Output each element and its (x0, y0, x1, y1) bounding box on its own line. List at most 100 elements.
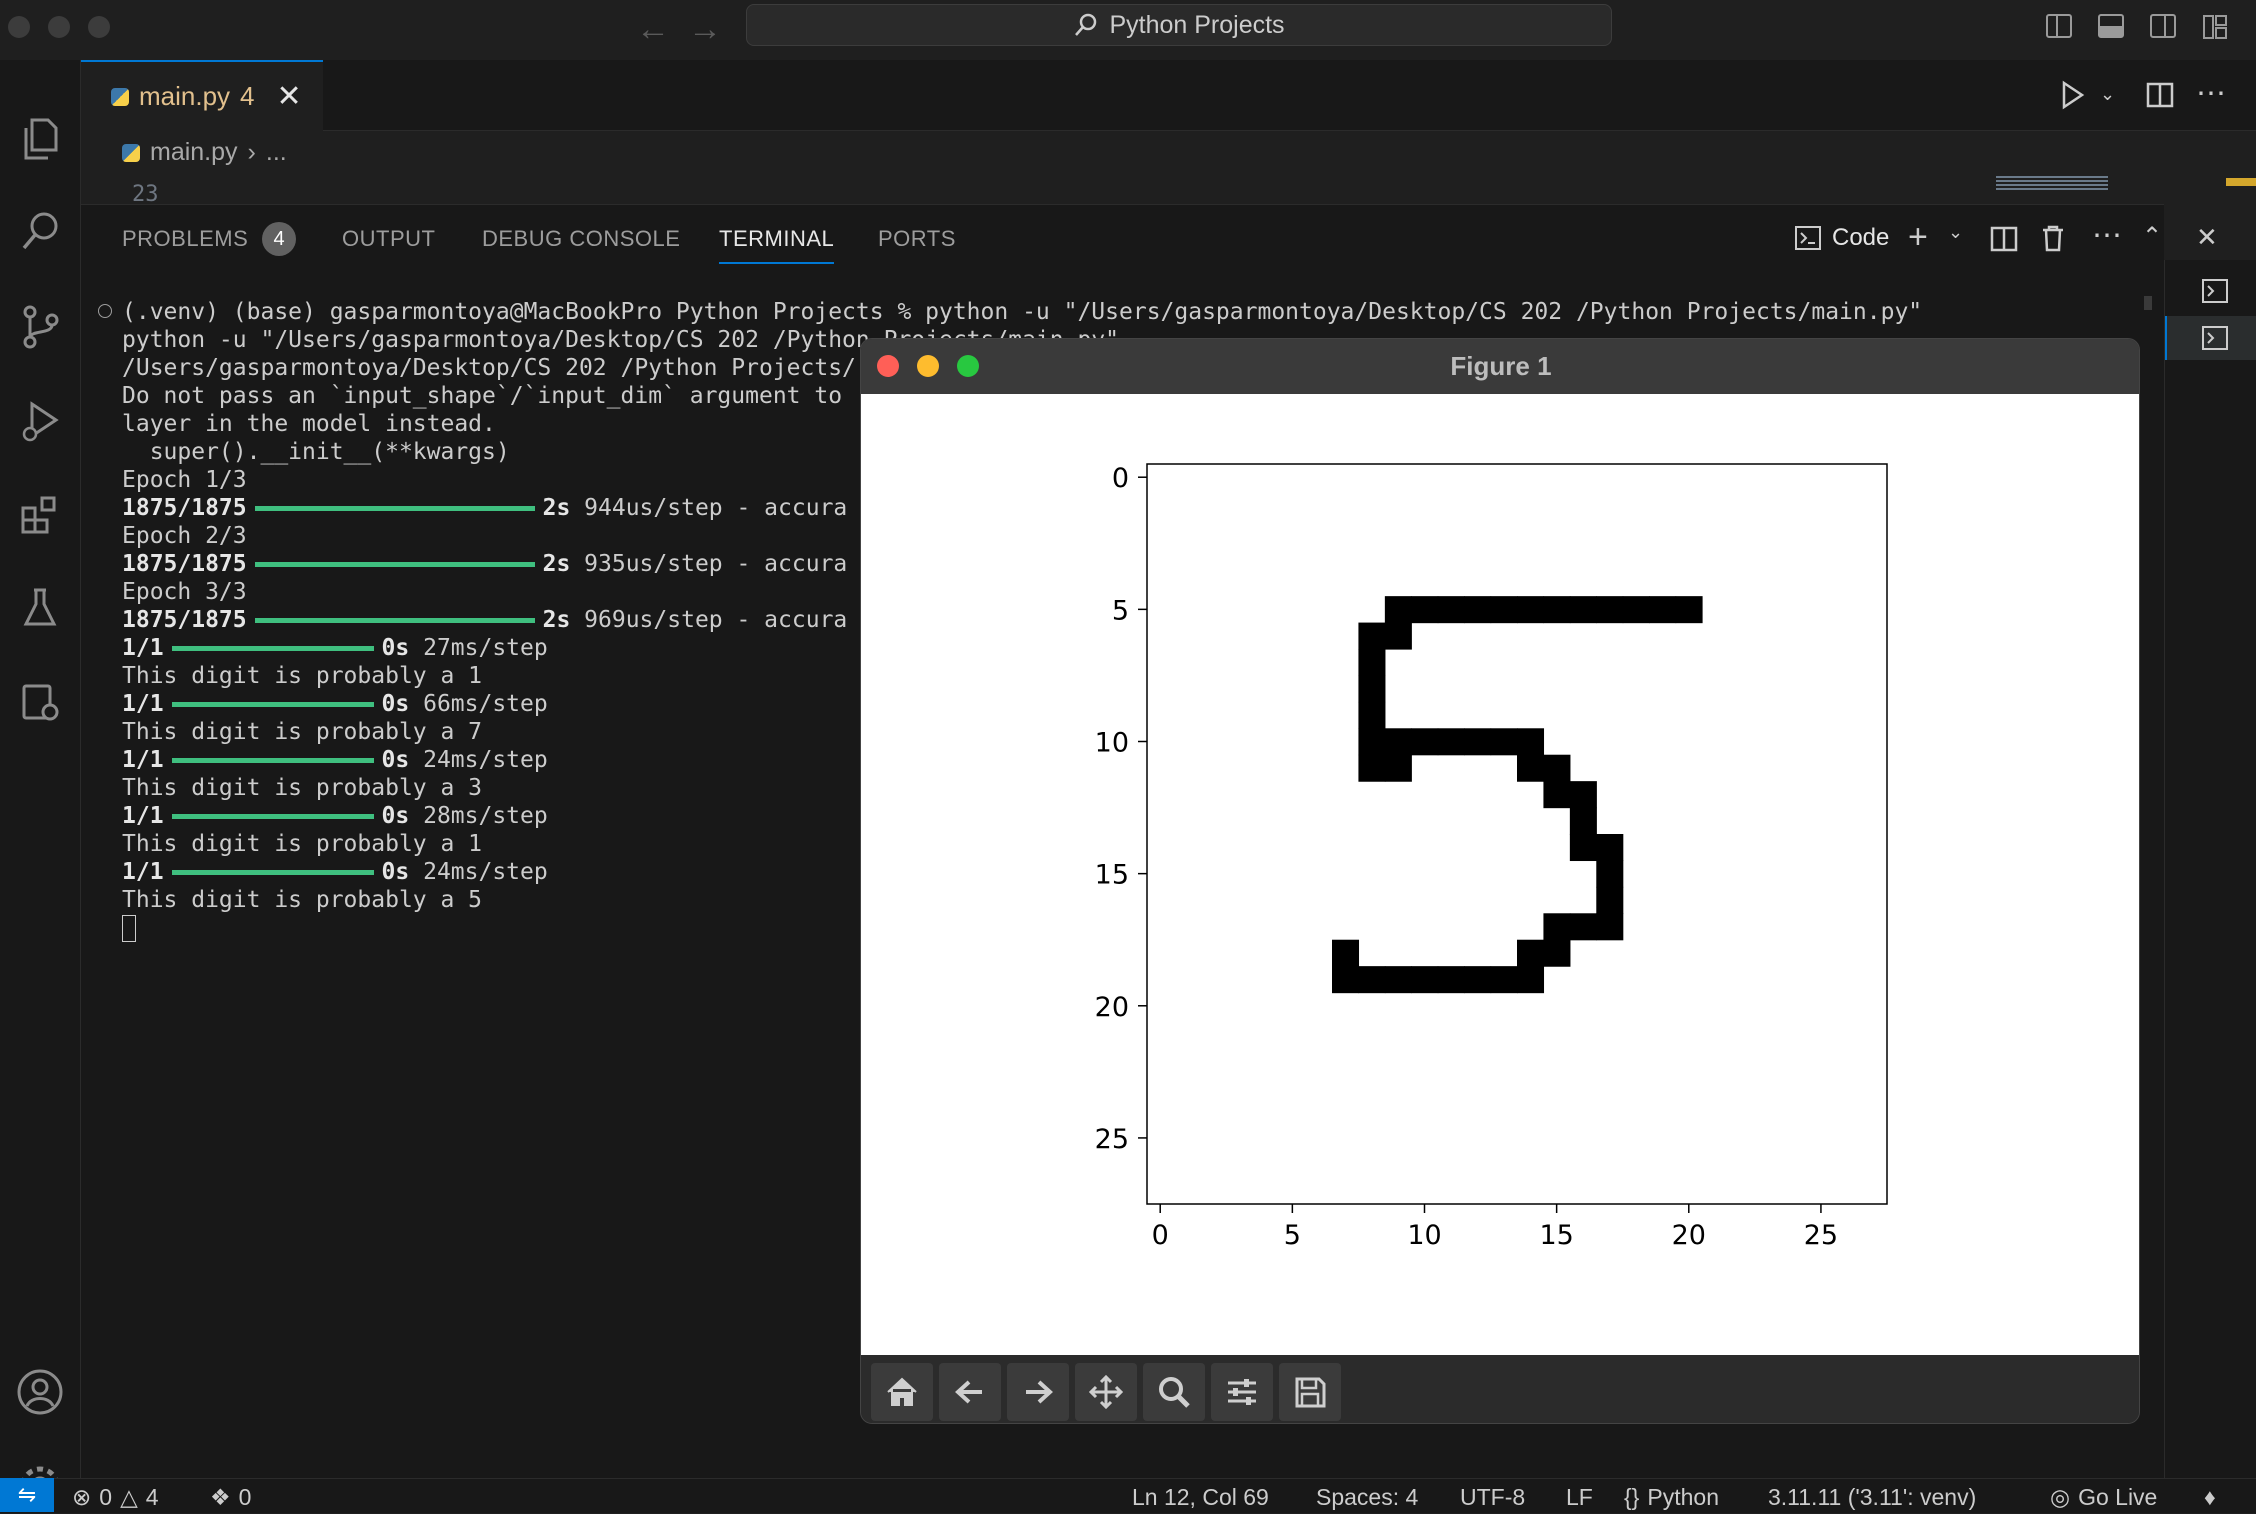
language-label: Python (1647, 1484, 1719, 1510)
home-icon (887, 1377, 917, 1406)
remote-indicator-icon[interactable]: ⇋ (0, 1478, 54, 1512)
language-mode[interactable]: {} Python (1624, 1484, 1719, 1511)
go-live-button[interactable]: ◎ Go Live (2050, 1484, 2157, 1511)
maximize-panel-chevron-up-icon[interactable]: ⌃ (2142, 222, 2162, 251)
close-window-button[interactable] (8, 16, 30, 38)
x-tick-label: 0 (1152, 1220, 1169, 1251)
testing-flask-icon[interactable] (12, 580, 68, 636)
progress-rate: 66ms/step (423, 691, 548, 717)
plot-background (1147, 464, 1887, 1204)
panel-more-actions-icon[interactable]: ⋯ (2092, 218, 2122, 253)
ink-pixel (1596, 886, 1624, 914)
breadcrumb-more[interactable]: ... (266, 138, 287, 167)
home-button[interactable] (871, 1363, 933, 1421)
x-tick-label: 20 (1672, 1220, 1706, 1251)
kill-terminal-trash-icon[interactable] (2040, 224, 2066, 257)
split-terminal-icon[interactable] (1990, 226, 2018, 257)
explorer-icon[interactable] (12, 110, 68, 166)
breadcrumb: main.py › ... (122, 138, 287, 167)
search-icon[interactable] (12, 204, 68, 260)
terminal-instance-active[interactable] (2165, 316, 2256, 360)
indentation[interactable]: Spaces: 4 (1316, 1484, 1418, 1511)
zoom-window-button[interactable] (88, 16, 110, 38)
error-count: 0 (99, 1484, 113, 1510)
ink-pixel (1569, 807, 1597, 835)
forward-arrow-icon[interactable]: → (688, 10, 722, 49)
toggle-secondary-sidebar-icon[interactable] (2150, 14, 2176, 38)
y-tick-label: 20 (1095, 992, 1129, 1023)
cursor-position[interactable]: Ln 12, Col 69 (1132, 1484, 1269, 1511)
source-control-icon[interactable] (12, 298, 68, 354)
problems-status[interactable]: ⊗ 0 △ 4 (72, 1484, 159, 1511)
more-actions-icon[interactable]: ⋯ (2196, 76, 2226, 111)
zoom-button[interactable] (1143, 1363, 1205, 1421)
run-and-debug-icon[interactable] (12, 392, 68, 448)
remote-explorer-icon[interactable] (12, 674, 68, 730)
ink-pixel (1569, 596, 1597, 624)
run-dropdown-chevron-icon[interactable]: ⌄ (2100, 84, 2115, 105)
python-file-icon (111, 87, 129, 106)
zoom-icon (1159, 1377, 1190, 1408)
tab-ports[interactable]: PORTS (878, 226, 956, 252)
terminal-scrollbar[interactable] (2144, 296, 2152, 310)
tab-problems[interactable]: PROBLEMS (122, 226, 248, 252)
python-interpreter[interactable]: 3.11.11 ('3.11': venv) (1768, 1484, 1976, 1511)
y-tick-label: 25 (1095, 1124, 1129, 1155)
back-arrow-icon[interactable]: ← (636, 10, 670, 49)
split-editor-icon[interactable] (2146, 82, 2174, 113)
progress-rate: 27ms/step (423, 635, 548, 661)
back-icon (955, 1380, 982, 1404)
ink-pixel (1675, 596, 1703, 624)
terminal-dropdown-chevron-icon[interactable]: ⌄ (1948, 222, 1963, 243)
progress-count: 1/1 (122, 859, 164, 885)
python-file-icon (122, 143, 140, 162)
terminal-instance-icon[interactable] (2201, 278, 2229, 309)
ink-pixel (1464, 728, 1492, 756)
forwarded-ports-status[interactable]: ❖ 0 (210, 1484, 251, 1511)
customize-layout-icon[interactable] (2202, 14, 2228, 40)
ink-pixel (1358, 622, 1386, 650)
accounts-icon[interactable] (12, 1364, 68, 1420)
run-python-file-icon[interactable] (2060, 80, 2086, 115)
y-tick-label: 5 (1112, 595, 1129, 626)
back-button[interactable] (939, 1363, 1001, 1421)
progress-count: 1/1 (122, 691, 164, 717)
toggle-panel-icon[interactable] (2098, 14, 2124, 38)
matplotlib-figure-window[interactable]: Figure 1 0 5 10 15 20 25 0 5 10 15 20 25 (860, 338, 2140, 1424)
notifications-bell-icon[interactable]: ♦ (2204, 1484, 2216, 1511)
breadcrumb-file[interactable]: main.py (150, 138, 238, 167)
ink-pixel (1517, 596, 1545, 624)
minimize-window-button[interactable] (48, 16, 70, 38)
ink-pixel (1622, 596, 1650, 624)
progress-time: 2s (542, 551, 585, 577)
close-tab-icon[interactable]: ✕ (277, 79, 302, 114)
extensions-icon[interactable] (12, 486, 68, 542)
end-of-line[interactable]: LF (1566, 1484, 1593, 1511)
x-tick-label: 25 (1804, 1220, 1838, 1251)
progress-rate: 28ms/step (423, 803, 548, 829)
ink-pixel (1358, 754, 1386, 782)
forward-button[interactable] (1007, 1363, 1069, 1421)
toggle-primary-sidebar-icon[interactable] (2046, 14, 2072, 38)
progress-rate: 24ms/step (423, 859, 548, 885)
close-panel-icon[interactable]: ✕ (2196, 222, 2218, 253)
tab-main-py[interactable]: main.py 4 ✕ (81, 60, 323, 131)
progress-time: 0s (381, 859, 424, 885)
tab-debug-console[interactable]: DEBUG CONSOLE (482, 226, 680, 252)
terminal-profile-label: Code (1832, 224, 1890, 251)
tab-output[interactable]: OUTPUT (342, 226, 435, 252)
ink-pixel (1543, 754, 1571, 782)
terminal-profile-selector[interactable]: Code (1794, 224, 1889, 252)
save-button[interactable] (1279, 1363, 1341, 1421)
ink-pixel (1384, 596, 1412, 624)
minimap[interactable] (1996, 176, 2108, 190)
command-center-search[interactable]: Python Projects (746, 4, 1612, 46)
configure-subplots-button[interactable] (1211, 1363, 1273, 1421)
figure-title: Figure 1 (1450, 351, 1552, 381)
tab-terminal[interactable]: TERMINAL (719, 226, 834, 252)
pan-button[interactable] (1075, 1363, 1137, 1421)
new-terminal-plus-icon[interactable]: + (1908, 218, 1928, 257)
save-icon (1295, 1377, 1326, 1408)
encoding[interactable]: UTF-8 (1460, 1484, 1525, 1511)
progress-time: 0s (381, 691, 424, 717)
